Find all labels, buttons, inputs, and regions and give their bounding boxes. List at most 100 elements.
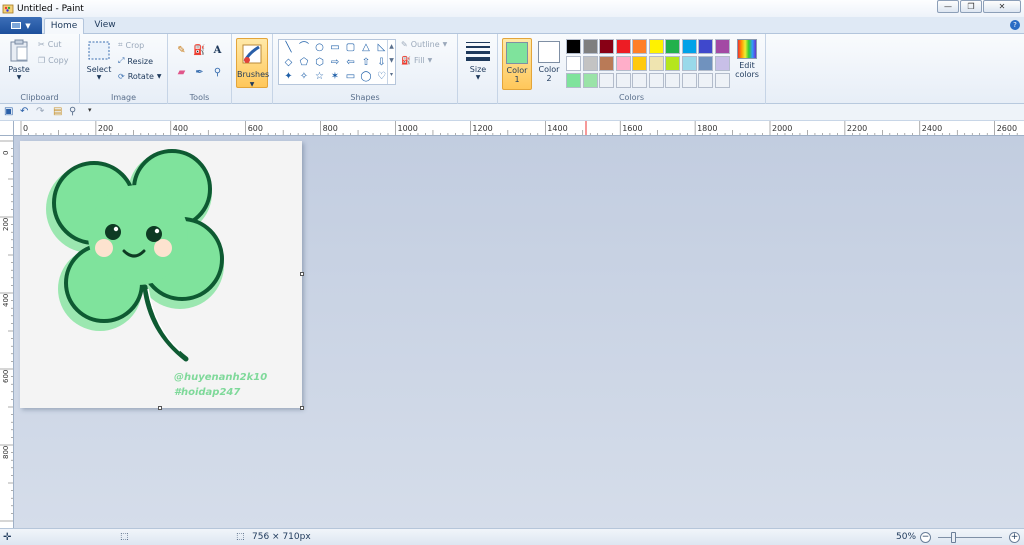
zoom-out-button[interactable]: −	[920, 532, 931, 543]
shape-oval-icon[interactable]: ○	[313, 41, 326, 54]
palette-swatch[interactable]	[648, 56, 664, 71]
help-icon[interactable]: ?	[1010, 20, 1020, 30]
status-bar: ✛ ⬚ ⬚ 756 × 710px 50% − +	[0, 528, 1024, 545]
palette-swatch[interactable]	[632, 56, 647, 71]
palette-swatch[interactable]	[632, 39, 647, 54]
tab-view[interactable]: View	[88, 18, 122, 34]
palette-swatch[interactable]	[566, 73, 581, 88]
palette-swatch[interactable]	[615, 39, 631, 54]
select-button[interactable]: Select ▼	[84, 39, 114, 81]
magnifier-icon[interactable]: ⚲	[210, 65, 225, 80]
palette-swatch-empty[interactable]	[648, 73, 664, 88]
palette-swatch[interactable]	[698, 39, 713, 54]
canvas-resize-handle-bottom[interactable]	[158, 406, 162, 410]
cut-button[interactable]: ✂ Cut	[38, 40, 62, 49]
shape-six-point-star-icon[interactable]: ✶	[329, 70, 342, 83]
shape-rectangle-icon[interactable]: ▭	[329, 41, 342, 54]
shape-callout-rect-icon[interactable]: ▭	[344, 70, 357, 83]
palette-swatch[interactable]	[582, 56, 598, 71]
zoom-slider-thumb[interactable]	[951, 532, 956, 543]
shape-right-arrow-icon[interactable]: ⇨	[329, 56, 342, 69]
shape-star-icon[interactable]: ☆	[313, 70, 326, 83]
edit-colors-button[interactable]: Edit colors	[732, 39, 762, 79]
customize-toolbar-chevron-icon[interactable]: ▾	[88, 106, 92, 114]
pencil-icon[interactable]: ✎	[174, 43, 189, 58]
fill-bucket-icon[interactable]: ⛽	[192, 43, 207, 58]
palette-swatch[interactable]	[582, 39, 598, 54]
zoom-in-button[interactable]: +	[1009, 532, 1020, 543]
color-picker-icon[interactable]: ✒	[192, 65, 207, 80]
palette-swatch[interactable]	[665, 39, 680, 54]
shape-triangle-icon[interactable]: △	[360, 41, 373, 54]
shape-five-point-star-small-icon[interactable]: ✧	[298, 70, 311, 83]
title-bar: Untitled - Paint — ❐ ✕	[0, 0, 1024, 17]
shape-left-arrow-icon[interactable]: ⇦	[344, 56, 357, 69]
color2-button[interactable]: Color 2	[534, 38, 564, 90]
tab-home[interactable]: Home	[44, 18, 84, 34]
canvas-resize-handle-corner[interactable]	[300, 406, 304, 410]
eraser-icon[interactable]: ▰	[174, 65, 189, 80]
paste-button[interactable]: Paste ▼	[5, 39, 33, 81]
shape-pentagon-icon[interactable]: ⬠	[298, 56, 311, 69]
size-button[interactable]: Size ▼	[463, 39, 493, 81]
fill-button[interactable]: ⛽ Fill ▼	[401, 56, 432, 65]
palette-swatch[interactable]	[615, 56, 631, 71]
palette-swatch-empty[interactable]	[698, 73, 713, 88]
palette-swatch-empty[interactable]	[599, 73, 614, 88]
palette-swatch-empty[interactable]	[665, 73, 680, 88]
minimize-button[interactable]: —	[937, 0, 959, 13]
copy-button[interactable]: ❐ Copy	[38, 56, 68, 65]
select-label: Select	[86, 65, 112, 74]
redo-icon[interactable]: ↷	[36, 106, 44, 117]
palette-swatch[interactable]	[665, 56, 680, 71]
shape-line-icon[interactable]: ╲	[282, 41, 295, 54]
shape-up-arrow-icon[interactable]: ⇧	[360, 56, 373, 69]
shape-hexagon-icon[interactable]: ⬡	[313, 56, 326, 69]
shape-diamond-icon[interactable]: ◇	[282, 56, 295, 69]
select-icon	[88, 41, 110, 60]
palette-swatch[interactable]	[648, 39, 664, 54]
palette-swatch[interactable]	[582, 73, 598, 88]
palette-swatch-empty[interactable]	[681, 73, 697, 88]
palette-swatch[interactable]	[681, 56, 697, 71]
palette-swatch-empty[interactable]	[714, 73, 730, 88]
canvas-resize-handle-right[interactable]	[300, 272, 304, 276]
palette-swatch[interactable]	[714, 39, 730, 54]
text-tool-icon[interactable]: A	[210, 43, 225, 58]
palette-swatch[interactable]	[681, 39, 697, 54]
zoom-slider-track[interactable]	[938, 537, 1002, 538]
colors-group-label: Colors	[618, 93, 645, 102]
palette-swatch-empty[interactable]	[615, 73, 631, 88]
maximize-button[interactable]: ❐	[960, 0, 982, 13]
crop-button[interactable]: ⌗ Crop	[118, 40, 144, 50]
save-icon[interactable]: ▣	[4, 106, 13, 117]
palette-swatch[interactable]	[714, 56, 730, 71]
resize-button[interactable]: ⤢ Resize	[118, 56, 153, 66]
palette-swatch[interactable]	[566, 39, 581, 54]
close-button[interactable]: ✕	[983, 0, 1021, 13]
shape-callout-oval-icon[interactable]: ◯	[360, 70, 373, 83]
color2-label: Color	[538, 65, 560, 74]
shapes-scroll-chevron-icon[interactable]: ▲ ▼ ▾	[387, 40, 395, 84]
palette-swatch[interactable]	[599, 56, 614, 71]
crop-icon: ⌗	[118, 40, 123, 49]
chevron-down-icon: ▼	[475, 74, 481, 81]
shape-four-point-star-icon[interactable]: ✦	[282, 70, 295, 83]
file-menu-button[interactable]: ▼	[0, 17, 42, 34]
rotate-button[interactable]: ⟳ Rotate ▼	[118, 72, 162, 81]
palette-swatch-empty[interactable]	[632, 73, 647, 88]
drawing-canvas[interactable]: @huyenanh2k10 #hoidap247	[20, 141, 302, 408]
brushes-button[interactable]: Brushes ▼	[236, 38, 269, 88]
canvas-workspace[interactable]: @huyenanh2k10 #hoidap247	[14, 136, 1024, 528]
shape-rounded-rectangle-icon[interactable]: ▢	[344, 41, 357, 54]
print-preview-icon[interactable]: ⚲	[69, 106, 76, 117]
color1-button[interactable]: Color 1	[502, 38, 532, 90]
shape-curve-icon[interactable]: ⌒	[298, 41, 311, 54]
palette-swatch[interactable]	[566, 56, 581, 71]
color2-number: 2	[546, 74, 552, 83]
undo-icon[interactable]: ↶	[20, 106, 28, 117]
palette-swatch[interactable]	[698, 56, 713, 71]
palette-swatch[interactable]	[599, 39, 614, 54]
properties-icon[interactable]: ▤	[53, 106, 62, 117]
outline-button[interactable]: ✎ Outline ▼	[401, 40, 447, 49]
